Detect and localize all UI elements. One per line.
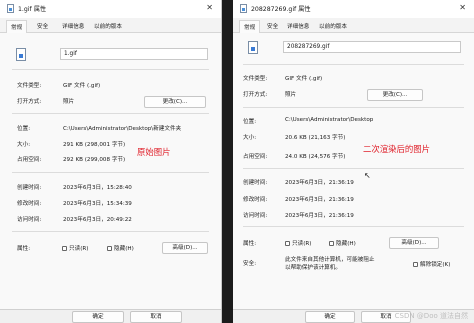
ok-button[interactable]: 确定 xyxy=(305,311,355,323)
properties-dialog-rerendered: 208287269.gif 属性 ✕ 常规 安全 详细信息 以前的版本 2082… xyxy=(233,0,474,323)
close-icon[interactable]: ✕ xyxy=(206,3,213,13)
checkbox-box[interactable] xyxy=(329,240,334,246)
tab-details[interactable]: 详细信息 xyxy=(62,22,84,30)
attributes-label: 属性: xyxy=(17,246,31,252)
size-value: 291 KB (298,001 字节) xyxy=(63,142,126,148)
general-panel: 1.gif 文件类型: GIF 文件 (.gif) 打开方式: 照片 更改(C)… xyxy=(0,33,221,323)
tab-bar: 常规 安全 详细信息 以前的版本 xyxy=(0,18,221,34)
file-type-label: 文件类型: xyxy=(17,83,42,89)
tab-general[interactable]: 常规 xyxy=(6,20,28,34)
attributes-label: 属性: xyxy=(243,241,257,247)
location-label: 位置: xyxy=(17,126,31,132)
location-value: C:\Users\Administrator\Desktop\新建文件夹 xyxy=(63,126,182,132)
size-on-disk-label: 占用空间: xyxy=(17,157,42,163)
open-with-value: 照片 xyxy=(285,92,297,98)
open-with-label: 打开方式: xyxy=(17,99,42,105)
location-label: 位置: xyxy=(243,119,257,125)
readonly-label: 只读(R) xyxy=(292,241,312,247)
size-label: 大小: xyxy=(243,135,257,141)
annotation-label: 二次渲染后的图片 xyxy=(363,144,430,154)
advanced-button[interactable]: 高级(D)... xyxy=(389,237,439,249)
checkbox-box[interactable] xyxy=(413,261,418,267)
tab-bar: 常规 安全 详细信息 以前的版本 xyxy=(233,18,474,34)
accessed-label: 访问时间: xyxy=(17,217,42,223)
hidden-label: 隐藏(H) xyxy=(114,246,134,252)
readonly-checkbox[interactable]: 只读(R) xyxy=(285,239,311,247)
window-title: 1.gif 属性 xyxy=(18,6,47,13)
created-value: 2023年6月3日，15:28:40 xyxy=(63,185,132,191)
readonly-checkbox[interactable]: 只读(R) xyxy=(62,244,88,252)
location-value: C:\Users\Administrator\Desktop xyxy=(285,117,374,123)
divider xyxy=(243,168,464,169)
window-title: 208287269.gif 属性 xyxy=(251,6,311,13)
title-bar: 1.gif 属性 ✕ xyxy=(0,0,221,18)
divider xyxy=(243,64,464,65)
created-value: 2023年6月3日，21:36:19 xyxy=(285,180,354,186)
dialog-button-bar: 确定 取消 xyxy=(0,309,221,323)
open-with-value: 照片 xyxy=(63,99,75,105)
size-value: 20.6 KB (21,163 字节) xyxy=(285,135,346,141)
modified-label: 修改时间: xyxy=(17,201,42,207)
gif-file-icon xyxy=(7,4,14,13)
modified-value: 2023年6月3日，15:34:39 xyxy=(63,201,132,207)
hidden-label: 隐藏(H) xyxy=(336,241,356,247)
cancel-button[interactable]: 取消 xyxy=(130,311,182,323)
unblock-label: 解除锁定(K) xyxy=(420,262,451,268)
watermark: CSDN @Doo 道法自然 xyxy=(394,312,468,320)
security-label: 安全: xyxy=(243,261,257,267)
checkbox-box[interactable] xyxy=(62,245,67,251)
mouse-cursor-icon: ↖ xyxy=(364,171,371,180)
tab-security[interactable]: 安全 xyxy=(267,22,278,30)
hidden-checkbox[interactable]: 隐藏(H) xyxy=(107,244,134,252)
security-warning-line1: 此文件来自其他计算机，可能被阻止 xyxy=(285,257,375,263)
general-panel: 208287269.gif 文件类型: GIF 文件 (.gif) 打开方式: … xyxy=(233,33,474,323)
checkbox-box[interactable] xyxy=(285,240,290,246)
accessed-label: 访问时间: xyxy=(243,213,268,219)
readonly-label: 只读(R) xyxy=(69,246,89,252)
size-on-disk-label: 占用空间: xyxy=(243,154,268,160)
size-on-disk-value: 24.0 KB (24,576 字节) xyxy=(285,154,346,160)
hidden-checkbox[interactable]: 隐藏(H) xyxy=(329,239,356,247)
properties-dialog-original: 1.gif 属性 ✕ 常规 安全 详细信息 以前的版本 1.gif 文件类型: … xyxy=(0,0,222,323)
security-warning-line2: 以帮助保护该计算机。 xyxy=(285,265,341,271)
divider xyxy=(243,107,464,108)
size-label: 大小: xyxy=(17,142,31,148)
size-on-disk-value: 292 KB (299,008 字节) xyxy=(63,157,126,163)
tab-previous-versions[interactable]: 以前的版本 xyxy=(319,22,347,30)
file-type-label: 文件类型: xyxy=(243,76,268,82)
tab-previous-versions[interactable]: 以前的版本 xyxy=(94,22,122,30)
tab-general[interactable]: 常规 xyxy=(239,20,261,34)
created-label: 创建时间: xyxy=(17,185,42,191)
file-type-value: GIF 文件 (.gif) xyxy=(63,83,101,89)
gif-file-icon xyxy=(16,48,26,61)
advanced-button[interactable]: 高级(D)... xyxy=(162,242,208,254)
tab-details[interactable]: 详细信息 xyxy=(287,22,309,30)
gif-file-icon xyxy=(248,41,258,54)
open-with-label: 打开方式: xyxy=(243,92,268,98)
checkbox-box[interactable] xyxy=(107,245,112,251)
filename-field[interactable]: 1.gif xyxy=(60,48,208,60)
ok-button[interactable]: 确定 xyxy=(72,311,124,323)
change-button[interactable]: 更改(C)... xyxy=(367,89,423,101)
title-bar: 208287269.gif 属性 ✕ xyxy=(233,0,474,18)
gif-file-icon xyxy=(240,4,247,13)
accessed-value: 2023年6月3日，20:49:22 xyxy=(63,217,132,223)
unblock-checkbox[interactable]: 解除锁定(K) xyxy=(413,260,450,268)
close-icon[interactable]: ✕ xyxy=(459,3,466,13)
filename-field[interactable]: 208287269.gif xyxy=(283,41,461,53)
change-button[interactable]: 更改(C)... xyxy=(144,96,206,108)
modified-label: 修改时间: xyxy=(243,197,268,203)
divider xyxy=(243,226,464,227)
file-type-value: GIF 文件 (.gif) xyxy=(285,76,323,82)
annotation-label: 原始图片 xyxy=(137,147,171,157)
divider xyxy=(12,231,209,232)
divider xyxy=(12,113,209,114)
divider xyxy=(12,69,209,70)
created-label: 创建时间: xyxy=(243,180,268,186)
modified-value: 2023年6月3日，21:36:19 xyxy=(285,197,354,203)
divider xyxy=(12,172,209,173)
accessed-value: 2023年6月3日，21:36:19 xyxy=(285,213,354,219)
tab-security[interactable]: 安全 xyxy=(37,22,48,30)
